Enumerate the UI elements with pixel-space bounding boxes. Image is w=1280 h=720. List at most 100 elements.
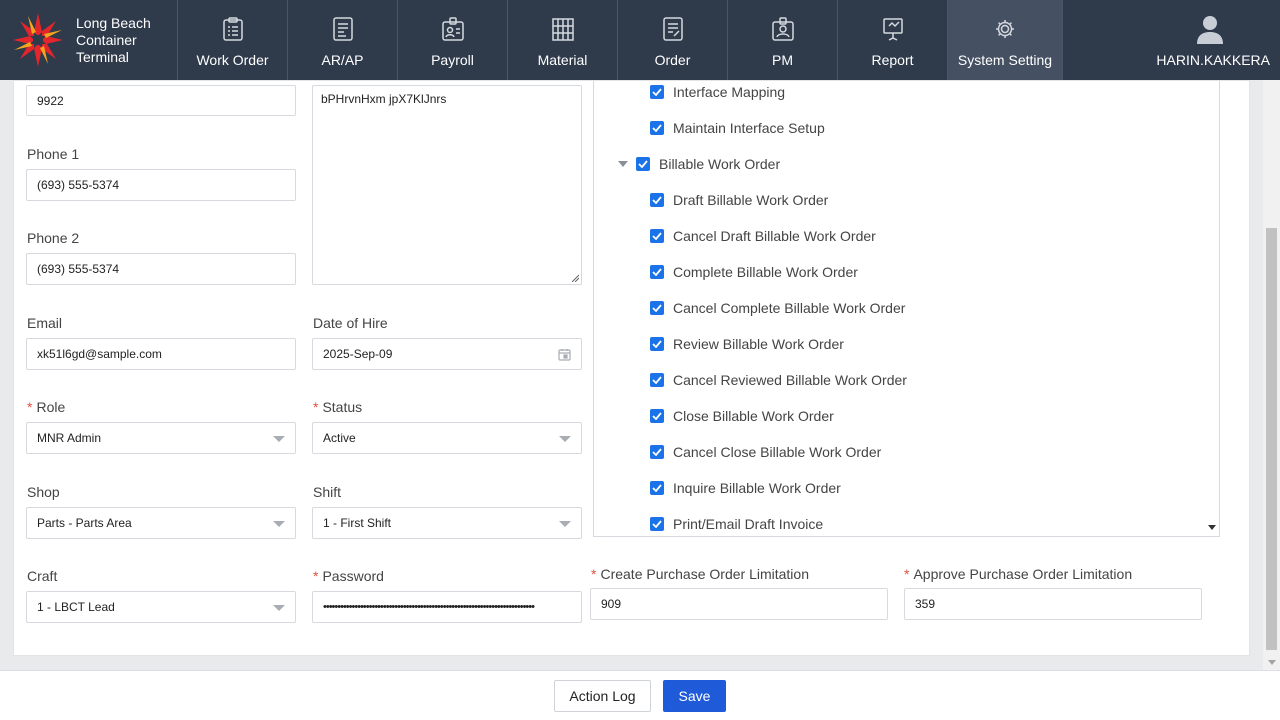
user-menu[interactable]: HARIN.KAKKERA xyxy=(1063,0,1280,80)
brand-line: Container xyxy=(76,31,137,48)
status-label-text: Status xyxy=(322,399,363,415)
status-value: Active xyxy=(323,431,356,445)
checkbox-checked-icon[interactable] xyxy=(650,121,664,135)
scrollbar-thumb[interactable] xyxy=(1266,228,1277,650)
tree-node[interactable]: Inquire Billable Work Order xyxy=(650,478,841,498)
checkbox-checked-icon[interactable] xyxy=(650,193,664,207)
tree-node[interactable]: Close Billable Work Order xyxy=(650,406,834,426)
approve-po-limit-input[interactable]: 359 xyxy=(904,588,1202,620)
checkbox-checked-icon[interactable] xyxy=(650,229,664,243)
approve-po-limit-label-text: Approve Purchase Order Limitation xyxy=(913,566,1133,582)
checkbox-checked-icon[interactable] xyxy=(650,445,664,459)
phone1-input[interactable]: (693) 555-5374 xyxy=(26,169,296,201)
tree-node[interactable]: Cancel Draft Billable Work Order xyxy=(650,226,876,246)
save-button[interactable]: Save xyxy=(663,680,726,712)
nav-label: Payroll xyxy=(431,52,474,68)
approve-po-limit-label: * Approve Purchase Order Limitation xyxy=(904,566,1132,582)
shop-select[interactable]: Parts - Parts Area xyxy=(26,507,296,539)
lbct-logo-icon xyxy=(13,13,63,67)
nav-pm[interactable]: PM xyxy=(728,0,838,80)
tree-node[interactable]: Review Billable Work Order xyxy=(650,334,844,354)
page-scrollbar[interactable] xyxy=(1263,80,1280,670)
required-marker: * xyxy=(313,568,319,584)
id-badge-icon xyxy=(441,17,464,41)
tree-node-label: Cancel Close Billable Work Order xyxy=(673,444,882,460)
required-marker: * xyxy=(27,399,33,415)
nav-order[interactable]: Order xyxy=(618,0,728,80)
tree-node[interactable]: Cancel Complete Billable Work Order xyxy=(650,298,905,318)
tree-node-label: Maintain Interface Setup xyxy=(673,120,825,136)
tree-node[interactable]: Draft Billable Work Order xyxy=(650,190,828,210)
craft-select[interactable]: 1 - LBCT Lead xyxy=(26,591,296,623)
tree-node-label: Cancel Reviewed Billable Work Order xyxy=(673,372,907,388)
role-label: * Role xyxy=(27,399,65,415)
chevron-down-icon xyxy=(559,521,571,527)
email-input[interactable]: xk51l6gd@sample.com xyxy=(26,338,296,370)
nav-report[interactable]: Report xyxy=(838,0,948,80)
scroll-down-arrow-icon[interactable] xyxy=(1268,660,1276,665)
craft-label: Craft xyxy=(27,568,58,584)
brand[interactable]: Long Beach Container Terminal xyxy=(0,0,178,80)
notes-textarea[interactable]: bPHrvnHxm jpX7KlJnrs xyxy=(312,85,582,285)
role-select[interactable]: MNR Admin xyxy=(26,422,296,454)
clipboard-list-icon xyxy=(222,17,243,41)
shift-select[interactable]: 1 - First Shift xyxy=(312,507,582,539)
checkbox-checked-icon[interactable] xyxy=(650,373,664,387)
nav-work-order[interactable]: Work Order xyxy=(178,0,288,80)
checkbox-checked-icon[interactable] xyxy=(650,85,664,99)
phone1-label: Phone 1 xyxy=(27,146,80,162)
resize-grip-icon[interactable] xyxy=(571,274,579,282)
tree-node[interactable]: Maintain Interface Setup xyxy=(650,118,825,138)
create-po-limit-label: * Create Purchase Order Limitation xyxy=(591,566,809,582)
checkbox-checked-icon[interactable] xyxy=(650,517,664,531)
gear-icon xyxy=(996,20,1014,38)
hire-date-input[interactable]: 2025-Sep-09 xyxy=(312,338,582,370)
shift-value: 1 - First Shift xyxy=(323,516,392,530)
nav-payroll[interactable]: Payroll xyxy=(398,0,508,80)
tree-node-label: Draft Billable Work Order xyxy=(673,192,829,208)
required-marker: * xyxy=(904,566,910,582)
tree-node-label: Interface Mapping xyxy=(673,84,786,100)
tree-node[interactable]: Complete Billable Work Order xyxy=(650,262,858,282)
required-marker: * xyxy=(591,566,597,582)
phone2-input[interactable]: (693) 555-5374 xyxy=(26,253,296,285)
checkbox-checked-icon[interactable] xyxy=(650,265,664,279)
create-po-limit-input[interactable]: 909 xyxy=(590,588,888,620)
caret-down-icon[interactable] xyxy=(618,161,628,167)
notes-value: bPHrvnHxm jpX7KlJnrs xyxy=(321,92,447,106)
top-field-input[interactable]: 9922 xyxy=(26,85,296,116)
permission-tree[interactable]: Interface Mapping Maintain Interface Set… xyxy=(593,81,1220,537)
email-label: Email xyxy=(27,315,63,331)
craft-value: 1 - LBCT Lead xyxy=(37,600,115,614)
create-po-limit-label-text: Create Purchase Order Limitation xyxy=(600,566,809,582)
status-select[interactable]: Active xyxy=(312,422,582,454)
checkbox-checked-icon[interactable] xyxy=(650,481,664,495)
brand-name: Long Beach Container Terminal xyxy=(76,15,151,66)
checkbox-checked-icon[interactable] xyxy=(650,337,664,351)
scroll-down-arrow-icon[interactable] xyxy=(1208,525,1216,530)
password-input[interactable]: ••••••••••••••••••••••••••••••••••••••••… xyxy=(312,591,582,623)
shop-value: Parts - Parts Area xyxy=(37,516,132,530)
nav-material[interactable]: Material xyxy=(508,0,618,80)
checkbox-checked-icon[interactable] xyxy=(650,301,664,315)
user-avatar-icon xyxy=(1197,16,1223,44)
shelving-icon xyxy=(551,18,574,41)
footer-action-bar: Action Log Save xyxy=(0,670,1280,720)
action-log-button[interactable]: Action Log xyxy=(554,680,651,712)
nav-system-setting[interactable]: System Setting xyxy=(948,0,1063,80)
document-lines-icon xyxy=(332,17,353,41)
checkbox-checked-icon[interactable] xyxy=(650,409,664,423)
tree-node[interactable]: Cancel Close Billable Work Order xyxy=(650,442,881,462)
tree-node-parent[interactable]: Billable Work Order xyxy=(618,154,780,174)
tree-node-label: Close Billable Work Order xyxy=(673,408,834,424)
chevron-down-icon xyxy=(559,436,571,442)
tree-node[interactable]: Cancel Reviewed Billable Work Order xyxy=(650,370,907,390)
nav-ar-ap[interactable]: AR/AP xyxy=(288,0,398,80)
checkbox-checked-icon[interactable] xyxy=(636,157,650,171)
required-marker: * xyxy=(313,399,319,415)
calendar-icon[interactable] xyxy=(558,348,571,361)
tree-node-label: Billable Work Order xyxy=(659,156,781,172)
tree-node[interactable]: Print/Email Draft Invoice xyxy=(650,514,823,534)
user-detail-panel: 9922 Phone 1 (693) 555-5374 Phone 2 (693… xyxy=(13,80,1250,656)
tree-node[interactable]: Interface Mapping xyxy=(650,82,785,102)
